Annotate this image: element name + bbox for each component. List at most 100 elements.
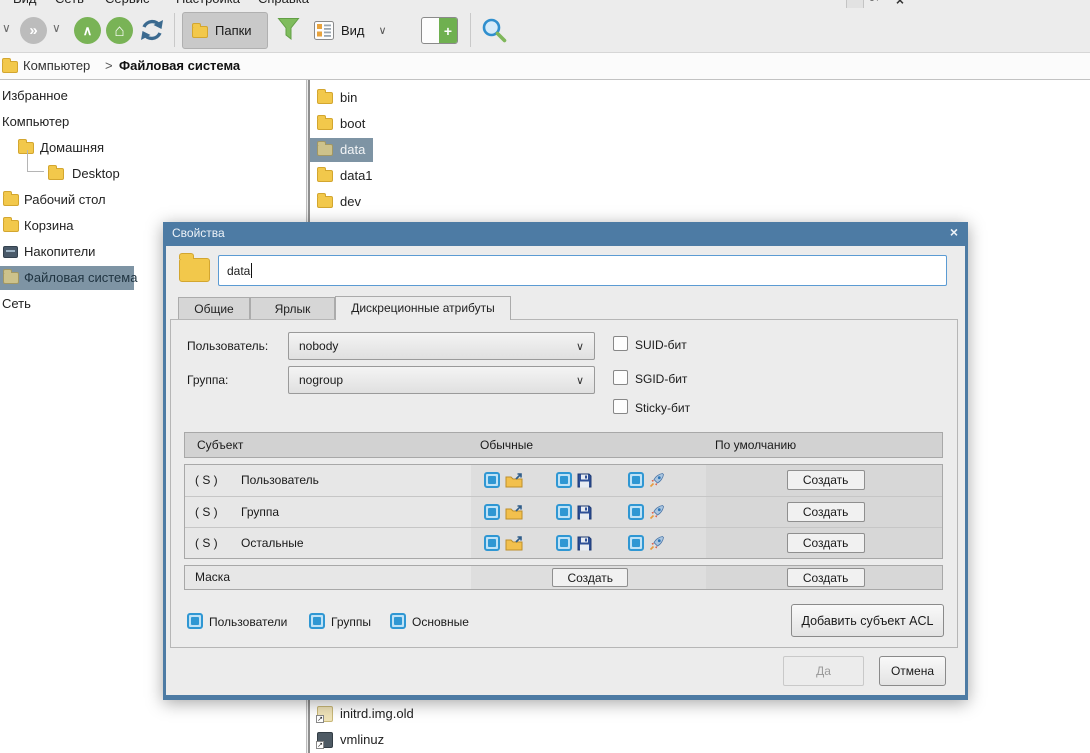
forward-dropdown-icon[interactable]: ∨	[52, 21, 61, 35]
sidebar-item-label: Файловая система	[24, 266, 137, 290]
filter-basic-checkbox[interactable]	[390, 613, 406, 629]
add-panel-icon: +	[439, 18, 457, 43]
tab-label: Ярлык	[275, 302, 311, 316]
dialog-body: data Общие Ярлык Дискреционные атрибуты …	[166, 246, 965, 695]
suid-checkbox[interactable]	[613, 336, 628, 351]
perm-exec	[628, 535, 665, 551]
subject-prefix: ( S )	[195, 473, 218, 487]
file-item-initrd[interactable]: ↗ initrd.img.old	[310, 702, 1090, 726]
ok-button[interactable]: Да	[783, 656, 864, 686]
sgid-checkbox[interactable]	[613, 370, 628, 385]
folders-button-label: Папки	[215, 23, 252, 38]
filter-groups-checkbox[interactable]	[309, 613, 325, 629]
chevron-down-icon: ∨	[576, 340, 584, 353]
dialog-close-icon[interactable]: ×	[950, 224, 958, 240]
menu-settings[interactable]: Настройка	[176, 0, 240, 6]
write-checkbox[interactable]	[556, 535, 572, 551]
view-dropdown-icon: ∨	[379, 24, 387, 37]
write-checkbox[interactable]	[556, 472, 572, 488]
view-mode-button[interactable]: Вид ∨	[306, 12, 412, 49]
back-dropdown-icon[interactable]: ∨	[2, 21, 11, 35]
subject-name: Остальные	[241, 536, 304, 550]
group-select[interactable]: nogroup ∨	[288, 366, 595, 394]
perm-read	[484, 535, 523, 551]
create-default-button[interactable]: Создать	[787, 533, 865, 553]
sidebar-item-label: Компьютер	[2, 110, 69, 134]
filename-input[interactable]: data	[218, 255, 947, 286]
file-item-data[interactable]: data	[310, 138, 1090, 162]
file-item-vmlinuz[interactable]: ↗ vmlinuz	[310, 728, 1090, 752]
search-icon	[480, 16, 508, 44]
exec-checkbox[interactable]	[628, 535, 644, 551]
create-default-button[interactable]: Создать	[787, 502, 865, 522]
sidebar-item-label: Накопители	[24, 240, 95, 264]
owner-select[interactable]: nobody ∨	[288, 332, 595, 360]
view-mode-label: Вид	[341, 23, 365, 38]
exec-checkbox[interactable]	[628, 472, 644, 488]
search-button[interactable]	[480, 16, 508, 47]
file-item-label: bin	[340, 86, 357, 110]
read-checkbox[interactable]	[484, 535, 500, 551]
sidebar-item-label: Desktop	[72, 162, 120, 186]
file-item-boot[interactable]: boot	[310, 112, 1090, 136]
chevron-down-icon: ∨	[576, 374, 584, 387]
view-mode-icon	[314, 21, 334, 40]
folder-icon	[317, 196, 333, 208]
create-default-button[interactable]: Создать	[787, 470, 865, 490]
forward-button[interactable]: »	[20, 17, 47, 44]
file-item-bin[interactable]: bin	[310, 86, 1090, 110]
tab-discretionary-attributes[interactable]: Дискреционные атрибуты	[335, 296, 511, 320]
sticky-checkbox[interactable]	[613, 399, 628, 414]
sidebar-item-desktop-folder[interactable]: Рабочий стол	[0, 188, 306, 212]
menu-help[interactable]: Справка	[258, 0, 309, 6]
tab-shortcut[interactable]: Ярлык	[250, 297, 335, 320]
menu-service[interactable]: Сервис	[105, 0, 150, 6]
group-value: nogroup	[299, 373, 343, 387]
close-window-icon[interactable]: ×	[896, 0, 904, 8]
file-item-dev[interactable]: dev	[310, 190, 1090, 214]
sidebar-item-home[interactable]: Домашняя	[0, 136, 306, 160]
acl-table-body: ( S ) Пользователь Создать	[184, 464, 943, 559]
menu-network[interactable]: Сеть	[55, 0, 84, 6]
perm-read	[484, 472, 523, 488]
filter-button[interactable]	[277, 17, 300, 45]
breadcrumb-root[interactable]: Компьютер	[23, 58, 90, 73]
restore-icon[interactable]: ↙↗	[869, 0, 882, 4]
create-mask-button[interactable]: Создать	[552, 568, 628, 587]
subject-name: Пользователь	[241, 473, 319, 487]
refresh-button[interactable]	[137, 15, 167, 48]
acl-row-group: ( S ) Группа Создать	[185, 496, 942, 527]
sidebar-item-computer[interactable]: Компьютер	[0, 110, 306, 134]
file-item-data1[interactable]: data1	[310, 164, 1090, 188]
up-button[interactable]: ∧	[74, 17, 101, 44]
sidebar-item-favorites[interactable]: Избранное	[0, 84, 306, 108]
subject-name: Группа	[241, 505, 279, 519]
perm-write	[556, 472, 592, 488]
add-acl-subject-button[interactable]: Добавить субъект ACL	[791, 604, 944, 637]
write-checkbox[interactable]	[556, 504, 572, 520]
breadcrumb-current[interactable]: Файловая система	[119, 58, 240, 73]
folders-button[interactable]: Папки	[182, 12, 268, 49]
home-button[interactable]: ⌂	[106, 17, 133, 44]
file-item-label: initrd.img.old	[340, 702, 414, 726]
file-item-label: boot	[340, 112, 365, 136]
refresh-icon	[137, 15, 167, 45]
cancel-button[interactable]: Отмена	[879, 656, 946, 686]
tab-general[interactable]: Общие	[178, 297, 250, 320]
filename-value: data	[227, 264, 250, 278]
create-default-mask-button[interactable]: Создать	[787, 568, 865, 587]
group-label: Группа:	[187, 373, 228, 387]
menu-view[interactable]: Вид	[13, 0, 37, 6]
dialog-titlebar[interactable]: Свойства ×	[163, 222, 968, 246]
read-checkbox[interactable]	[484, 504, 500, 520]
filter-users-checkbox[interactable]	[187, 613, 203, 629]
exec-checkbox[interactable]	[628, 504, 644, 520]
filter-groups-label: Группы	[331, 615, 371, 629]
read-folder-icon	[505, 535, 523, 551]
read-checkbox[interactable]	[484, 472, 500, 488]
sidebar-item-desktop[interactable]: Desktop	[0, 162, 306, 186]
split-panel-button[interactable]: +	[421, 17, 458, 44]
folder-icon	[48, 168, 64, 180]
mask-label: Маска	[195, 570, 230, 584]
subject-prefix: ( S )	[195, 536, 218, 550]
